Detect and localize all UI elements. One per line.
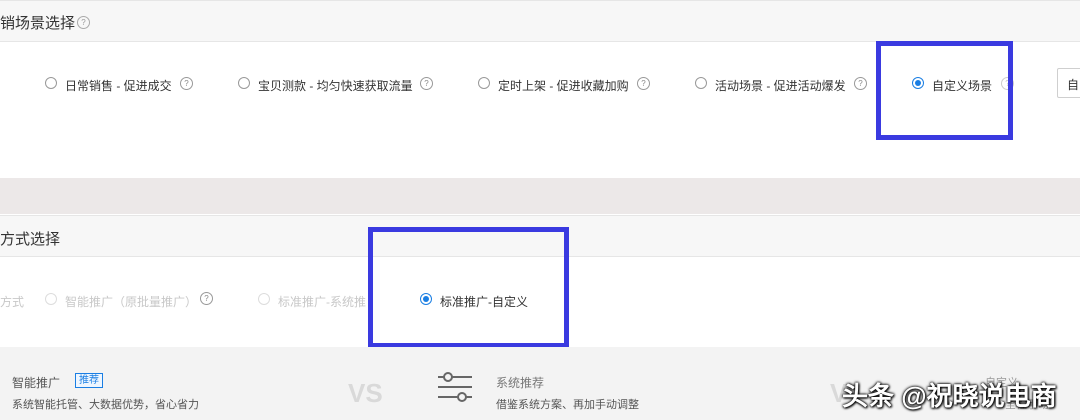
custom-scene-dropdown[interactable]: 自 [1057,68,1080,98]
option-standard-system-label[interactable]: 标准推广-系统推 [278,293,366,310]
vs-label: VS [348,378,383,408]
scene-section-header: 销场景选择 ? [0,0,1080,42]
option-activity-scene-label[interactable]: 活动场景 - 促进活动爆发 [715,77,846,94]
method-section-title: 方式选择 [0,231,61,248]
system-recommend-title: 系统推荐 [496,376,545,390]
scene-section-title: 销场景选择 [0,15,76,32]
radio-activity-scene[interactable] [695,77,707,89]
help-icon[interactable]: ? [77,16,90,29]
option-product-test-label[interactable]: 宝贝测款 - 均匀快速获取流量 [258,77,413,94]
help-icon[interactable]: ? [637,77,650,90]
recommend-badge: 推荐 [75,373,103,388]
section-divider [0,178,1080,214]
highlight-box-standard-custom [368,227,569,348]
help-icon[interactable]: ? [420,77,433,90]
radio-scheduled-launch[interactable] [478,77,490,89]
highlight-box-custom-scene [876,41,1013,140]
option-scheduled-launch-label[interactable]: 定时上架 - 促进收藏加购 [498,77,629,94]
radio-standard-system[interactable] [258,293,270,305]
dropdown-value: 自 [1067,78,1080,92]
help-icon[interactable]: ? [854,77,867,90]
radio-smart-promotion[interactable] [45,293,57,305]
option-smart-promotion-label[interactable]: 智能推广（原批量推广） [65,293,197,310]
watermark: 头条 @祝晓说电商 [842,381,1057,411]
smart-promotion-title: 智能推广 [12,376,61,390]
sliders-icon [438,372,472,402]
option-daily-sales-label[interactable]: 日常销售 - 促进成交 [65,77,172,94]
help-icon[interactable]: ? [180,77,193,90]
help-icon[interactable]: ? [200,292,213,305]
system-recommend-desc: 借鉴系统方案、再加手动调整 [496,399,639,411]
method-row-label: 方式 [0,295,25,309]
smart-promotion-desc: 系统智能托管、大数据优势，省心省力 [12,399,199,411]
radio-product-test[interactable] [238,77,250,89]
radio-daily-sales[interactable] [45,77,57,89]
